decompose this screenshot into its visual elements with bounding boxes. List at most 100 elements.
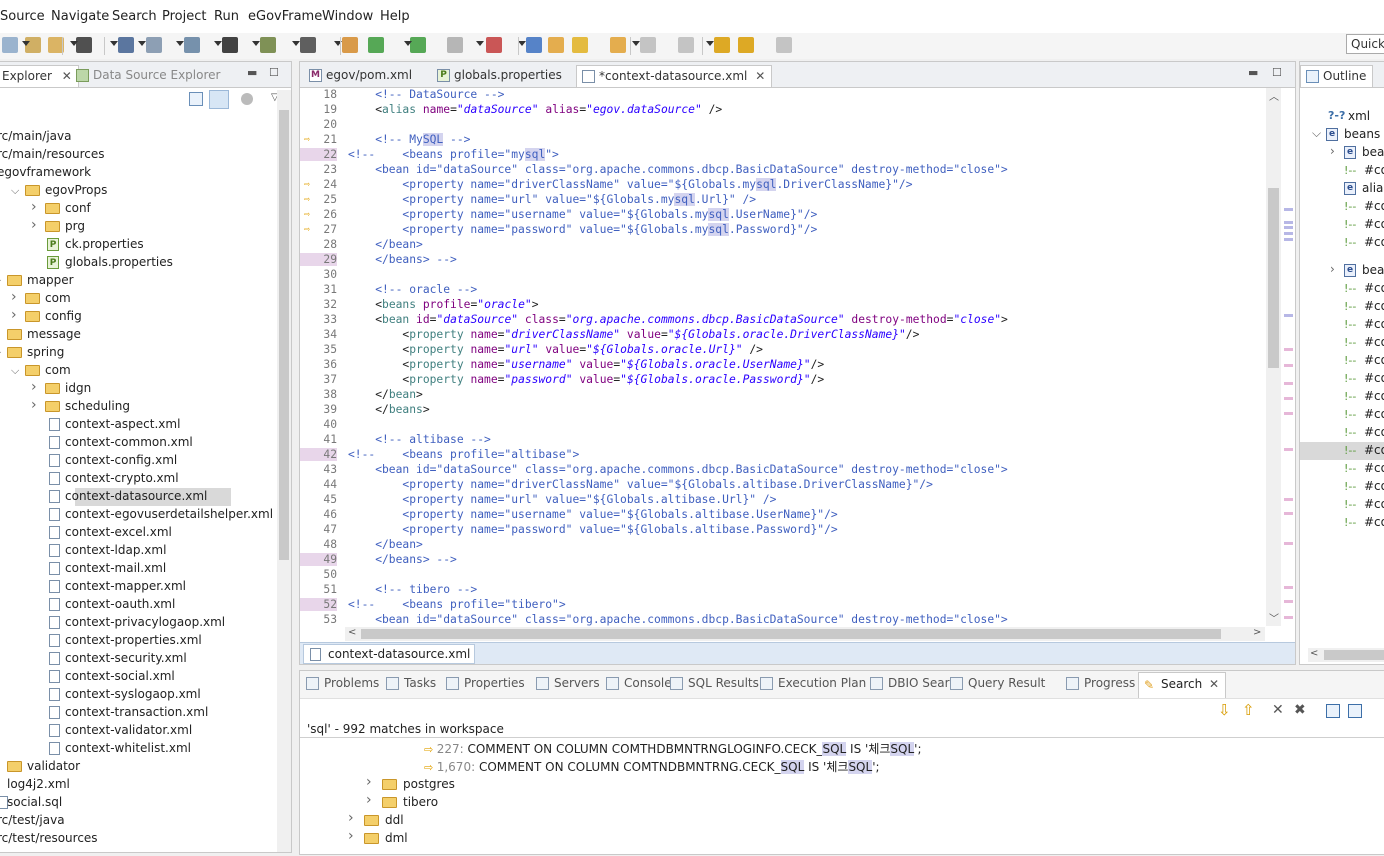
- outline-item[interactable]: !-- #co: [1300, 406, 1384, 424]
- tab-search[interactable]: ✎ Search ✕: [1138, 672, 1227, 698]
- tree-item[interactable]: rc/main/resources: [0, 146, 277, 164]
- chevron-right-icon[interactable]: ›: [348, 828, 354, 844]
- chevron-right-icon[interactable]: ›: [11, 307, 21, 323]
- tree-item[interactable]: ⌵ com: [0, 362, 277, 380]
- chevron-down-icon[interactable]: [176, 41, 184, 46]
- outline-item[interactable]: !-- #co: [1300, 162, 1384, 180]
- run-icon[interactable]: [368, 37, 384, 53]
- tree-item[interactable]: context-validator.xml: [0, 722, 277, 740]
- scrollbar-thumb[interactable]: [361, 629, 1221, 639]
- tree-item[interactable]: › message: [0, 326, 277, 344]
- outline-item[interactable]: !-- #co: [1300, 280, 1384, 298]
- chevron-right-icon[interactable]: ›: [31, 199, 41, 215]
- tree-item[interactable]: › validator: [0, 758, 277, 776]
- chevron-down-icon[interactable]: [22, 41, 30, 46]
- terminal-icon[interactable]: [222, 37, 238, 53]
- tab-console[interactable]: Console: [606, 676, 672, 690]
- maximize-icon[interactable]: ☐: [1272, 66, 1282, 79]
- tab-globals-properties[interactable]: Pglobals.properties: [432, 65, 568, 87]
- tab-sql-results[interactable]: SQL Results: [670, 676, 759, 690]
- menu-navigate[interactable]: Navigate: [51, 9, 109, 24]
- tree-item[interactable]: › scheduling: [0, 397, 277, 416]
- stop-icon[interactable]: [447, 37, 463, 53]
- overview-ruler-mark[interactable]: [1284, 208, 1293, 211]
- tab-execution-plan[interactable]: Execution Plan: [760, 676, 866, 690]
- edit-icon[interactable]: [260, 37, 276, 53]
- close-icon[interactable]: ✕: [1205, 677, 1219, 691]
- tree-item[interactable]: log4j2.xml: [0, 776, 277, 794]
- tree-item[interactable]: rc/test/resources: [0, 830, 277, 848]
- outline-item[interactable]: !-- #co: [1300, 388, 1384, 406]
- chevron-down-icon[interactable]: [632, 41, 640, 46]
- outline-item[interactable]: !-- #co: [1300, 496, 1384, 514]
- overview-ruler-mark[interactable]: [1284, 512, 1293, 515]
- tree-item[interactable]: Pck.properties: [0, 236, 277, 254]
- overview-ruler-mark[interactable]: [1284, 586, 1293, 589]
- overview-ruler-mark[interactable]: [1284, 238, 1293, 241]
- forward-icon[interactable]: [776, 37, 792, 53]
- menu-source[interactable]: Source: [0, 9, 45, 24]
- chevron-right-icon[interactable]: ›: [366, 792, 372, 808]
- scroll-right-icon[interactable]: >: [1253, 627, 1261, 638]
- chevron-right-icon[interactable]: ›: [31, 379, 41, 395]
- save-all-icon[interactable]: [2, 37, 18, 53]
- view-menu-icon[interactable]: [241, 93, 253, 105]
- tree-item[interactable]: ⌵ spring: [0, 344, 277, 362]
- tab-query-result[interactable]: Query Result: [950, 676, 1045, 690]
- outline-item[interactable]: !-- #co: [1300, 442, 1384, 460]
- outline-item[interactable]: ⌵ e beans: [1300, 126, 1384, 144]
- chevron-right-icon[interactable]: ›: [31, 217, 41, 233]
- tree-item[interactable]: context-syslogaop.xml: [0, 686, 277, 704]
- editor-horizontal-scrollbar[interactable]: < >: [345, 627, 1265, 641]
- scroll-up-icon[interactable]: ︿: [1269, 88, 1279, 103]
- debug-icon[interactable]: [76, 37, 92, 53]
- search-result-folder[interactable]: › postgres: [366, 774, 566, 794]
- tab-servers[interactable]: Servers: [536, 676, 600, 690]
- tree-item[interactable]: context-ldap.xml: [0, 542, 277, 560]
- overview-ruler-mark[interactable]: [1284, 498, 1293, 501]
- package-icon[interactable]: [342, 37, 358, 53]
- tree-item[interactable]: context-privacylogaop.xml: [0, 614, 277, 632]
- outline-item[interactable]: !-- #co: [1300, 216, 1384, 234]
- previous-match-icon[interactable]: ⇧: [1242, 701, 1255, 719]
- tab-progress[interactable]: Progress: [1066, 676, 1135, 690]
- tree-item[interactable]: › config: [0, 307, 277, 326]
- tree-item[interactable]: context-whitelist.xml: [0, 740, 277, 758]
- minimize-icon[interactable]: ▬: [1248, 66, 1258, 79]
- scroll-left-icon[interactable]: <: [348, 627, 356, 638]
- tree-item[interactable]: rc/main/java: [0, 128, 277, 146]
- open-task-icon[interactable]: [610, 37, 626, 53]
- chevron-right-icon[interactable]: ›: [31, 397, 41, 413]
- next-match-icon[interactable]: ⇩: [1218, 701, 1231, 719]
- next-annotation-icon[interactable]: [640, 37, 656, 53]
- menu-project[interactable]: Project: [162, 9, 206, 24]
- tab-properties[interactable]: Properties: [446, 676, 525, 690]
- tree-item[interactable]: context-config.xml: [0, 452, 277, 470]
- outline-item[interactable]: !-- #co: [1300, 460, 1384, 478]
- link-with-editor-icon[interactable]: [209, 90, 229, 109]
- tab-egov-pom-xml[interactable]: Megov/pom.xml: [304, 65, 418, 87]
- overview-ruler-mark[interactable]: [1284, 314, 1293, 317]
- chevron-down-icon[interactable]: [706, 41, 714, 46]
- tab-context-datasource-xml[interactable]: *context-datasource.xml ✕: [576, 65, 773, 87]
- overview-ruler-mark[interactable]: [1284, 616, 1293, 619]
- search-result-folder[interactable]: › dml: [348, 828, 548, 848]
- run-server-icon[interactable]: [410, 37, 426, 53]
- tree-item[interactable]: context-datasource.xml: [49, 488, 231, 506]
- tree-item[interactable]: context-mapper.xml: [0, 578, 277, 596]
- tree-item[interactable]: egovframework: [0, 164, 277, 182]
- chevron-right-icon[interactable]: ›: [366, 774, 372, 790]
- chevron-down-icon[interactable]: [404, 41, 412, 46]
- remove-all-matches-icon[interactable]: ✖: [1294, 702, 1306, 718]
- chevron-right-icon[interactable]: ›: [0, 757, 3, 773]
- debug-server-icon[interactable]: [486, 37, 502, 53]
- tree-item[interactable]: › prg: [0, 217, 277, 236]
- window-icon[interactable]: [146, 37, 162, 53]
- overview-ruler-mark[interactable]: [1284, 412, 1293, 415]
- chevron-down-icon[interactable]: [292, 41, 300, 46]
- explorer-scrollbar[interactable]: [277, 90, 291, 852]
- tree-item[interactable]: context-excel.xml: [0, 524, 277, 542]
- overview-ruler-mark[interactable]: [1284, 232, 1293, 235]
- chevron-down-icon[interactable]: [518, 41, 526, 46]
- last-edit-icon[interactable]: [714, 37, 730, 53]
